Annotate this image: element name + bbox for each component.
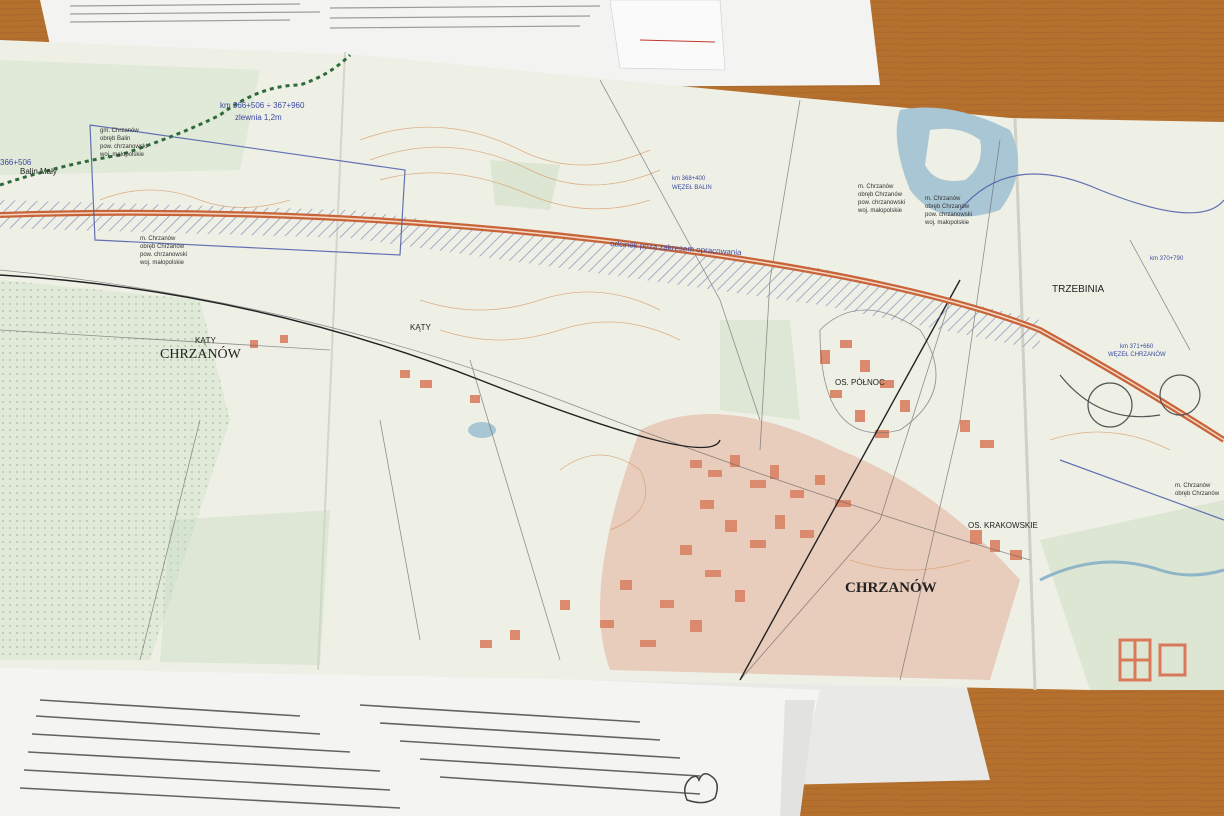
km-label: km 366+506 ÷ 367+960 (220, 101, 305, 110)
admin-line: pow. chrzanowski (100, 144, 147, 150)
admin-line: obręb Chrzanów (140, 244, 185, 250)
town-label: CHRZANÓW (160, 345, 242, 362)
zlewnia-label: zlewnia 1,2m (235, 113, 282, 122)
admin-line: obręb Chrzanów (925, 204, 970, 210)
topographic-map (0, 40, 1224, 691)
district-label: OS. KRAKOWSKIE (968, 521, 1038, 530)
admin-line: gm. Chrzanów (100, 128, 139, 134)
km-label: km 370+790 (1150, 256, 1184, 262)
village-label: KĄTY (410, 323, 432, 332)
admin-line: m. Chrzanów (925, 196, 961, 202)
admin-line: woj. małopolskie (857, 208, 903, 214)
district-label: OS. PÓŁNOC (835, 378, 885, 387)
village-label: KĄTY (195, 336, 217, 345)
junction-label: WĘZEŁ CHRZANÓW (1108, 351, 1166, 358)
town-label: CHRZANÓW (845, 579, 937, 596)
admin-line: pow. chrzanowski (858, 200, 905, 206)
admin-line: m. Chrzanów (140, 236, 176, 242)
admin-line: woj. małopolskie (924, 220, 970, 226)
admin-line: obręb Balin (100, 136, 130, 142)
admin-line: woj. małopolskie (139, 260, 185, 266)
junction-label: WĘZEŁ BALIN (672, 185, 712, 191)
km-label: 366+506 (0, 158, 32, 167)
admin-line: m. Chrzanów (1175, 483, 1211, 489)
photo-scene: CHRZANÓW CHRZANÓW TRZEBINIA KĄTY KĄTY Ba… (0, 0, 1224, 816)
admin-line: m. Chrzanów (858, 184, 894, 190)
admin-line: woj. małopolskie (99, 152, 145, 158)
admin-line: obręb Chrzanów (858, 192, 903, 198)
admin-line: pow. chrzanowski (925, 212, 972, 218)
km-label: km 371+660 (1120, 344, 1154, 350)
town-label: TRZEBINIA (1052, 284, 1105, 295)
village-label: Balin Mały (20, 167, 57, 176)
admin-line: obręb Chrzanów (1175, 491, 1220, 497)
km-label: km 368+400 (672, 176, 706, 182)
admin-line: pow. chrzanowski (140, 252, 187, 258)
